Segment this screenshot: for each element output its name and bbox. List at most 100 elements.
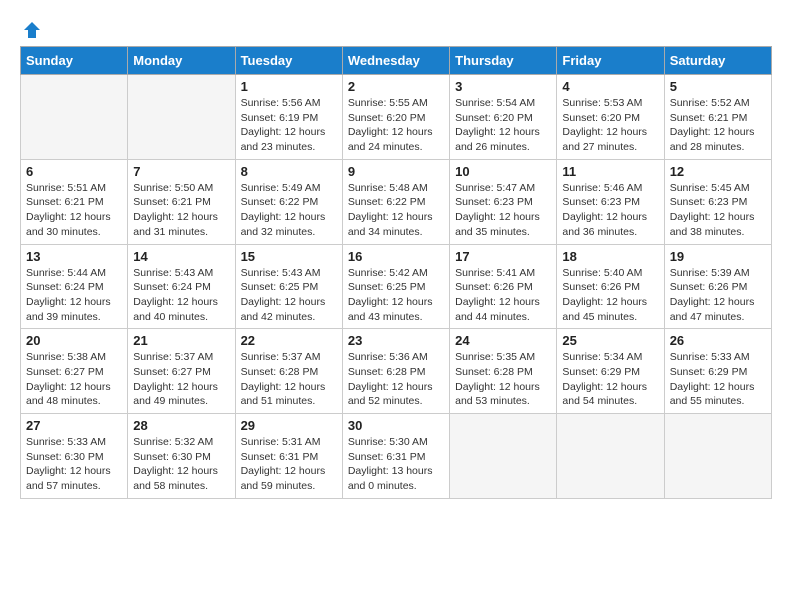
- calendar-cell: 1 Sunrise: 5:56 AM Sunset: 6:19 PM Daylig…: [235, 75, 342, 160]
- day-number: 15: [241, 249, 337, 264]
- day-number: 29: [241, 418, 337, 433]
- day-info: Sunrise: 5:39 AM Sunset: 6:26 PM Dayligh…: [670, 266, 766, 325]
- header-tuesday: Tuesday: [235, 47, 342, 75]
- day-number: 23: [348, 333, 444, 348]
- header-sunday: Sunday: [21, 47, 128, 75]
- day-number: 3: [455, 79, 551, 94]
- calendar-week-3: 13 Sunrise: 5:44 AM Sunset: 6:24 PM Dayli…: [21, 244, 772, 329]
- day-number: 28: [133, 418, 229, 433]
- logo-icon: [22, 20, 42, 40]
- calendar-cell: 23 Sunrise: 5:36 AM Sunset: 6:28 PM Dayli…: [342, 329, 449, 414]
- calendar-cell: 16Sunrise: 5:42 AM Sunset: 6:25 PM Dayli…: [342, 244, 449, 329]
- calendar-cell: 19Sunrise: 5:39 AM Sunset: 6:26 PM Dayli…: [664, 244, 771, 329]
- day-info: Sunrise: 5:38 AM Sunset: 6:27 PM Dayligh…: [26, 350, 122, 409]
- day-info: Sunrise: 5:37 AM Sunset: 6:28 PM Dayligh…: [241, 350, 337, 409]
- calendar-cell: 25 Sunrise: 5:34 AM Sunset: 6:29 PM Dayli…: [557, 329, 664, 414]
- day-number: 7: [133, 164, 229, 179]
- day-info: Sunrise: 5:30 AM Sunset: 6:31 PM Dayligh…: [348, 435, 444, 494]
- day-info: Sunrise: 5:46 AM Sunset: 6:23 PM Dayligh…: [562, 181, 658, 240]
- calendar-cell: 10Sunrise: 5:47 AM Sunset: 6:23 PM Dayli…: [450, 159, 557, 244]
- day-info: Sunrise: 5:31 AM Sunset: 6:31 PM Dayligh…: [241, 435, 337, 494]
- day-info: Sunrise: 5:42 AM Sunset: 6:25 PM Dayligh…: [348, 266, 444, 325]
- day-number: 9: [348, 164, 444, 179]
- calendar-cell: 22 Sunrise: 5:37 AM Sunset: 6:28 PM Dayli…: [235, 329, 342, 414]
- day-info: Sunrise: 5:49 AM Sunset: 6:22 PM Dayligh…: [241, 181, 337, 240]
- calendar-cell: 6 Sunrise: 5:51 AM Sunset: 6:21 PM Daylig…: [21, 159, 128, 244]
- calendar-cell: 27 Sunrise: 5:33 AM Sunset: 6:30 PM Dayli…: [21, 414, 128, 499]
- day-info: Sunrise: 5:56 AM Sunset: 6:19 PM Dayligh…: [241, 96, 337, 155]
- day-number: 20: [26, 333, 122, 348]
- calendar-header-row: SundayMondayTuesdayWednesdayThursdayFrid…: [21, 47, 772, 75]
- day-info: Sunrise: 5:33 AM Sunset: 6:29 PM Dayligh…: [670, 350, 766, 409]
- header-saturday: Saturday: [664, 47, 771, 75]
- day-number: 12: [670, 164, 766, 179]
- calendar-cell: 21 Sunrise: 5:37 AM Sunset: 6:27 PM Dayli…: [128, 329, 235, 414]
- day-number: 17: [455, 249, 551, 264]
- day-number: 5: [670, 79, 766, 94]
- calendar-week-1: 1 Sunrise: 5:56 AM Sunset: 6:19 PM Daylig…: [21, 75, 772, 160]
- day-info: Sunrise: 5:32 AM Sunset: 6:30 PM Dayligh…: [133, 435, 229, 494]
- day-number: 8: [241, 164, 337, 179]
- day-info: Sunrise: 5:44 AM Sunset: 6:24 PM Dayligh…: [26, 266, 122, 325]
- day-info: Sunrise: 5:43 AM Sunset: 6:25 PM Dayligh…: [241, 266, 337, 325]
- day-number: 26: [670, 333, 766, 348]
- day-info: Sunrise: 5:40 AM Sunset: 6:26 PM Dayligh…: [562, 266, 658, 325]
- day-info: Sunrise: 5:55 AM Sunset: 6:20 PM Dayligh…: [348, 96, 444, 155]
- day-info: Sunrise: 5:37 AM Sunset: 6:27 PM Dayligh…: [133, 350, 229, 409]
- page-header: [20, 20, 772, 36]
- calendar-cell: 2 Sunrise: 5:55 AM Sunset: 6:20 PM Daylig…: [342, 75, 449, 160]
- calendar-cell: 17 Sunrise: 5:41 AM Sunset: 6:26 PM Dayli…: [450, 244, 557, 329]
- day-number: 30: [348, 418, 444, 433]
- calendar-cell: [128, 75, 235, 160]
- calendar-cell: [450, 414, 557, 499]
- calendar-cell: [21, 75, 128, 160]
- day-number: 18: [562, 249, 658, 264]
- calendar-cell: 28 Sunrise: 5:32 AM Sunset: 6:30 PM Dayli…: [128, 414, 235, 499]
- day-number: 1: [241, 79, 337, 94]
- calendar-cell: 3 Sunrise: 5:54 AM Sunset: 6:20 PM Daylig…: [450, 75, 557, 160]
- calendar-cell: 13 Sunrise: 5:44 AM Sunset: 6:24 PM Dayli…: [21, 244, 128, 329]
- day-number: 14: [133, 249, 229, 264]
- calendar-cell: 15 Sunrise: 5:43 AM Sunset: 6:25 PM Dayli…: [235, 244, 342, 329]
- day-number: 13: [26, 249, 122, 264]
- calendar-cell: 4 Sunrise: 5:53 AM Sunset: 6:20 PM Daylig…: [557, 75, 664, 160]
- calendar-cell: 20 Sunrise: 5:38 AM Sunset: 6:27 PM Dayli…: [21, 329, 128, 414]
- calendar-week-5: 27 Sunrise: 5:33 AM Sunset: 6:30 PM Dayli…: [21, 414, 772, 499]
- calendar-cell: [664, 414, 771, 499]
- calendar-cell: [557, 414, 664, 499]
- calendar-week-4: 20 Sunrise: 5:38 AM Sunset: 6:27 PM Dayli…: [21, 329, 772, 414]
- day-number: 22: [241, 333, 337, 348]
- day-info: Sunrise: 5:33 AM Sunset: 6:30 PM Dayligh…: [26, 435, 122, 494]
- day-number: 21: [133, 333, 229, 348]
- day-info: Sunrise: 5:51 AM Sunset: 6:21 PM Dayligh…: [26, 181, 122, 240]
- day-info: Sunrise: 5:36 AM Sunset: 6:28 PM Dayligh…: [348, 350, 444, 409]
- calendar-cell: 26 Sunrise: 5:33 AM Sunset: 6:29 PM Dayli…: [664, 329, 771, 414]
- logo: [20, 20, 44, 36]
- calendar-cell: 12Sunrise: 5:45 AM Sunset: 6:23 PM Dayli…: [664, 159, 771, 244]
- day-info: Sunrise: 5:41 AM Sunset: 6:26 PM Dayligh…: [455, 266, 551, 325]
- calendar-cell: 29 Sunrise: 5:31 AM Sunset: 6:31 PM Dayli…: [235, 414, 342, 499]
- day-info: Sunrise: 5:35 AM Sunset: 6:28 PM Dayligh…: [455, 350, 551, 409]
- calendar-week-2: 6 Sunrise: 5:51 AM Sunset: 6:21 PM Daylig…: [21, 159, 772, 244]
- day-number: 25: [562, 333, 658, 348]
- calendar-cell: 5 Sunrise: 5:52 AM Sunset: 6:21 PM Daylig…: [664, 75, 771, 160]
- day-number: 4: [562, 79, 658, 94]
- calendar-cell: 24Sunrise: 5:35 AM Sunset: 6:28 PM Dayli…: [450, 329, 557, 414]
- calendar-cell: 7 Sunrise: 5:50 AM Sunset: 6:21 PM Daylig…: [128, 159, 235, 244]
- day-info: Sunrise: 5:53 AM Sunset: 6:20 PM Dayligh…: [562, 96, 658, 155]
- calendar-cell: 14 Sunrise: 5:43 AM Sunset: 6:24 PM Dayli…: [128, 244, 235, 329]
- header-wednesday: Wednesday: [342, 47, 449, 75]
- day-info: Sunrise: 5:54 AM Sunset: 6:20 PM Dayligh…: [455, 96, 551, 155]
- day-info: Sunrise: 5:52 AM Sunset: 6:21 PM Dayligh…: [670, 96, 766, 155]
- day-number: 2: [348, 79, 444, 94]
- day-number: 6: [26, 164, 122, 179]
- day-info: Sunrise: 5:50 AM Sunset: 6:21 PM Dayligh…: [133, 181, 229, 240]
- header-monday: Monday: [128, 47, 235, 75]
- day-info: Sunrise: 5:34 AM Sunset: 6:29 PM Dayligh…: [562, 350, 658, 409]
- day-info: Sunrise: 5:48 AM Sunset: 6:22 PM Dayligh…: [348, 181, 444, 240]
- day-number: 10: [455, 164, 551, 179]
- day-info: Sunrise: 5:43 AM Sunset: 6:24 PM Dayligh…: [133, 266, 229, 325]
- day-number: 27: [26, 418, 122, 433]
- calendar-cell: 30 Sunrise: 5:30 AM Sunset: 6:31 PM Dayli…: [342, 414, 449, 499]
- header-thursday: Thursday: [450, 47, 557, 75]
